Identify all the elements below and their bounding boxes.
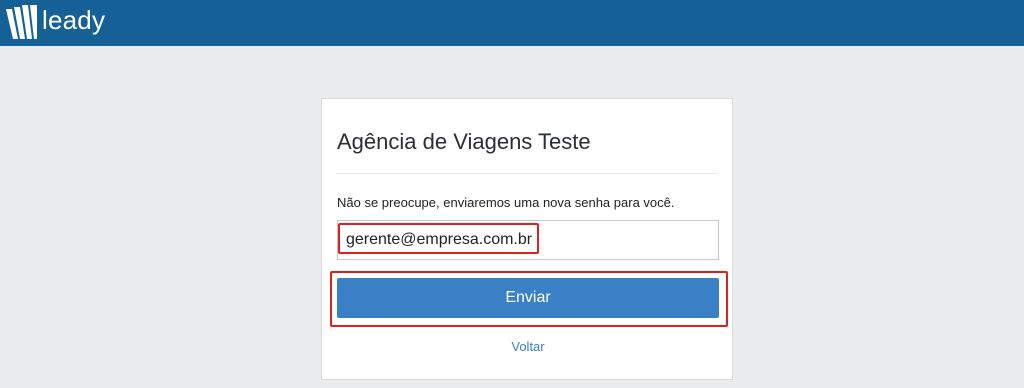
card-title: Agência de Viagens Teste [337, 129, 591, 154]
back-link[interactable]: Voltar [322, 339, 734, 354]
password-reset-card: Agência de Viagens Teste Não se preocupe… [321, 98, 733, 380]
email-field[interactable] [337, 220, 719, 260]
leady-logo-icon [6, 5, 37, 39]
brand-logo[interactable]: leady [6, 4, 105, 40]
brand-name: leady [42, 5, 106, 35]
top-bar: leady [0, 0, 1024, 46]
hint-text: Não se preocupe, enviaremos uma nova sen… [337, 195, 675, 210]
divider [337, 173, 717, 174]
send-button[interactable]: Enviar [337, 278, 719, 318]
